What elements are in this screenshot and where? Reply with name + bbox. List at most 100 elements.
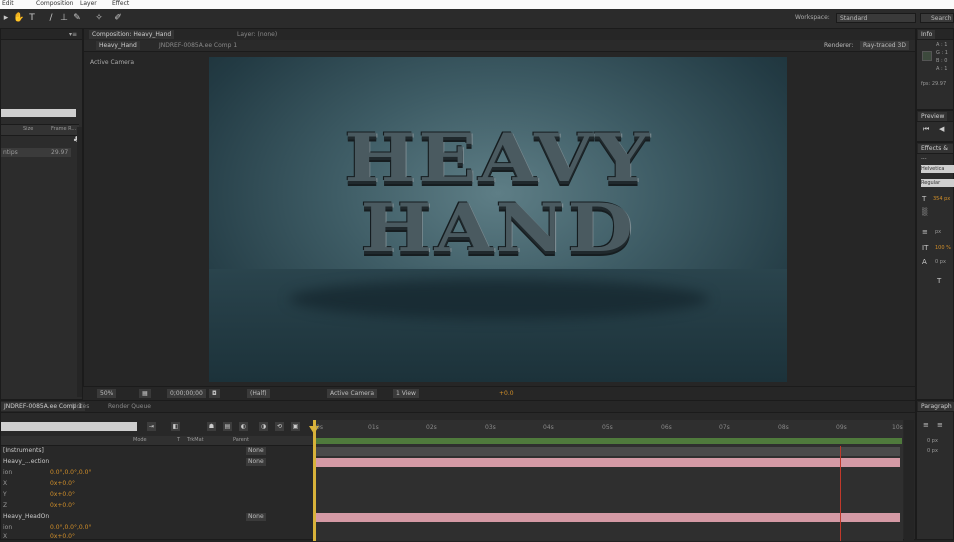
- pen-tool-icon[interactable]: /: [46, 12, 56, 24]
- tracking-value[interactable]: px: [935, 229, 941, 235]
- zoom-select[interactable]: 50%: [97, 389, 117, 398]
- puppet-tool-icon[interactable]: ✐: [113, 12, 123, 24]
- grid-toggle-icon[interactable]: ▦: [139, 389, 151, 398]
- ruler-label: 10s: [892, 424, 903, 431]
- info-alpha: A : 1: [936, 66, 948, 72]
- property-name: Z: [3, 502, 8, 509]
- timeline-search-input[interactable]: [1, 422, 137, 431]
- property-row[interactable]: ion 0.0°,0.0°,0.0°: [1, 468, 314, 478]
- comp-mini-flowchart-icon[interactable]: ⇥: [147, 422, 156, 431]
- layer-row[interactable]: Heavy_HeadOn None: [1, 512, 314, 522]
- col-t: T: [177, 437, 181, 443]
- layer-row[interactable]: Heavy_...ection None: [1, 457, 314, 467]
- tab-paragraph[interactable]: Paragraph: [918, 402, 954, 411]
- property-row[interactable]: Y 0x+0.0°: [1, 490, 314, 500]
- view-layout-select[interactable]: 1 View: [393, 389, 419, 398]
- snapshot-icon[interactable]: ◘: [209, 389, 220, 398]
- parent-select[interactable]: None: [246, 513, 266, 521]
- space-value[interactable]: 0 px: [927, 448, 938, 454]
- timecode-display[interactable]: 0;00;00;00: [167, 389, 206, 398]
- col-size[interactable]: Size: [23, 126, 33, 132]
- col-frame-rate[interactable]: Frame R...: [51, 126, 76, 132]
- hand-tool-icon[interactable]: ✋: [13, 12, 24, 24]
- property-value[interactable]: 0x+0.0°: [50, 532, 75, 542]
- roto-brush-icon[interactable]: ✧: [94, 12, 104, 24]
- subtab-comp1[interactable]: JNDREF-0085A.ee Comp 1: [156, 41, 240, 50]
- ruler-label: 06s: [661, 424, 672, 431]
- tab-notes[interactable]: Notes: [69, 402, 92, 411]
- col-mode: Mode: [133, 437, 147, 443]
- project-scrollbar[interactable]: [77, 127, 82, 397]
- first-frame-icon[interactable]: ⏮: [923, 125, 929, 134]
- search-help-input[interactable]: Search: [920, 13, 954, 23]
- playhead[interactable]: [313, 420, 316, 541]
- work-area-bar[interactable]: [314, 438, 902, 444]
- info-panel: Info A : 1 G : 1 B : 0 A : 1 fps: 29.97: [916, 28, 954, 110]
- project-item-row[interactable]: ntips 29.97: [1, 148, 71, 157]
- menu-layer[interactable]: Layer: [80, 0, 97, 7]
- menu-edit[interactable]: Edit: [2, 0, 14, 7]
- workspace-select[interactable]: Standard: [836, 13, 916, 23]
- faux-bold-icon[interactable]: T: [937, 277, 941, 285]
- ruler-label: 0s: [316, 424, 323, 431]
- project-search-input[interactable]: [1, 109, 76, 117]
- resolution-select[interactable]: (Half): [247, 389, 270, 398]
- property-value[interactable]: 0.0°,0.0°,0.0°: [50, 468, 91, 478]
- motion-blur-icon[interactable]: ◐: [239, 422, 248, 431]
- layer-row[interactable]: [Instruments] None: [1, 446, 314, 456]
- indent-value[interactable]: 0 px: [927, 438, 938, 444]
- layer-track-bar[interactable]: [314, 458, 900, 467]
- selection-tool-icon[interactable]: ▸: [1, 12, 11, 24]
- tab-composition[interactable]: Composition: Heavy_Hand: [89, 30, 175, 39]
- property-value[interactable]: 0x+0.0°: [50, 490, 75, 500]
- panel-menu-icon[interactable]: ▾≡: [66, 30, 80, 39]
- prev-frame-icon[interactable]: ◀: [939, 125, 944, 133]
- property-value[interactable]: 0x+0.0°: [50, 501, 75, 511]
- composition-viewer[interactable]: HEAVY HAND: [209, 57, 787, 382]
- type-tool-icon[interactable]: T: [27, 12, 37, 24]
- tab-render-queue[interactable]: Render Queue: [105, 402, 154, 411]
- timeline-scrollbar[interactable]: [904, 420, 914, 541]
- parent-select[interactable]: None: [246, 447, 266, 455]
- tab-info[interactable]: Info: [918, 30, 936, 39]
- tab-effects[interactable]: Effects & ...: [918, 144, 953, 161]
- leading-value[interactable]: 0 px: [935, 259, 946, 265]
- property-value[interactable]: 0x+0.0°: [50, 479, 75, 489]
- col-trkmat: TrkMat: [187, 437, 204, 443]
- font-style-select[interactable]: Regular: [921, 179, 954, 187]
- parent-select[interactable]: None: [246, 458, 266, 466]
- shy-layers-icon[interactable]: ☗: [207, 422, 216, 431]
- comp-subtab-bar: Heavy_Hand JNDREF-0085A.ee Comp 1 Render…: [84, 40, 915, 52]
- tab-preview[interactable]: Preview: [918, 112, 948, 121]
- stroke-icon: ≡: [922, 228, 928, 236]
- scale-value[interactable]: 100 %: [935, 245, 951, 251]
- align-left-icon[interactable]: ≡: [923, 421, 929, 429]
- layer-track-bar[interactable]: [314, 513, 900, 522]
- renderer-select[interactable]: Ray-traced 3D: [860, 41, 909, 50]
- menu-composition[interactable]: Composition: [36, 0, 73, 7]
- menu-effect[interactable]: Effect: [112, 0, 129, 7]
- tab-layer[interactable]: Layer: (none): [234, 30, 280, 39]
- exposure-value[interactable]: +0.0: [499, 389, 514, 398]
- project-item-rate: 29.97: [51, 149, 69, 156]
- draft-3d-icon[interactable]: ◧: [171, 422, 180, 431]
- brush-tool-icon[interactable]: ✎: [72, 12, 82, 24]
- font-size-value[interactable]: 354 px: [933, 196, 950, 202]
- property-row[interactable]: X 0x+0.0°: [1, 532, 314, 542]
- graph-editor-icon[interactable]: ◑: [259, 422, 268, 431]
- property-row[interactable]: Z 0x+0.0°: [1, 501, 314, 511]
- layer-column-header: Mode T TrkMat Parent: [1, 436, 314, 446]
- ruler-label: 05s: [602, 424, 613, 431]
- font-family-select[interactable]: Helvetica: [921, 165, 954, 173]
- brainstorm-icon[interactable]: ⟲: [275, 422, 284, 431]
- layer-track-bar[interactable]: [314, 447, 900, 456]
- live-update-icon[interactable]: ▣: [291, 422, 300, 431]
- camera-select[interactable]: Active Camera: [327, 389, 378, 398]
- clone-stamp-icon[interactable]: ⊥: [59, 12, 69, 24]
- frame-blending-icon[interactable]: ▤: [223, 422, 232, 431]
- layer-name: Heavy_...ection: [3, 458, 50, 465]
- subtab-heavy-hand[interactable]: Heavy_Hand: [96, 41, 140, 50]
- property-row[interactable]: X 0x+0.0°: [1, 479, 314, 489]
- ruler-label: 04s: [543, 424, 554, 431]
- align-center-icon[interactable]: ≡: [937, 421, 943, 429]
